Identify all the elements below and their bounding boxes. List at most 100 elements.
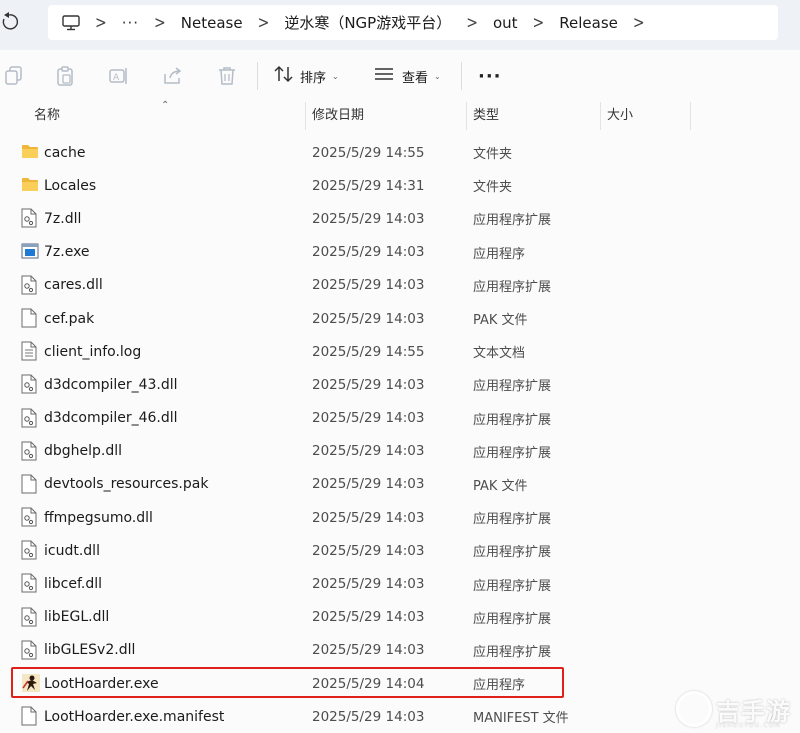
file-type: 应用程序扩展 — [473, 379, 552, 395]
file-list: cache 2025/5/29 14:55 文件夹 Locales 2025/5/29 … — [0, 136, 800, 733]
dll-icon — [21, 208, 39, 228]
chevron-right-icon[interactable]: > — [258, 13, 270, 32]
sort-button[interactable]: 排序 ⌄ — [274, 64, 339, 88]
monitor-icon[interactable] — [62, 14, 80, 31]
file-row[interactable]: cef.pak 2025/5/29 14:03 PAK 文件 — [0, 302, 800, 335]
view-list-icon — [374, 66, 394, 86]
dll-icon — [21, 374, 39, 394]
chevron-down-icon: ⌄ — [332, 71, 339, 81]
file-row[interactable]: libEGL.dll 2025/5/29 14:03 应用程序扩展 — [0, 601, 800, 634]
file-name: libcef.dll — [44, 576, 103, 593]
file-name: 7z.exe — [44, 244, 90, 261]
chevron-right-icon[interactable]: > — [466, 13, 478, 32]
file-date: 2025/5/29 14:03 — [312, 410, 425, 427]
watermark-logo-icon — [676, 691, 712, 727]
share-icon[interactable] — [161, 64, 185, 88]
file-name: ffmpegsumo.dll — [44, 509, 153, 526]
command-bar: A 排序 ⌄ 查看 ⌄ ··· — [0, 50, 800, 102]
file-name: cef.pak — [44, 310, 95, 327]
file-type: 应用程序扩展 — [473, 545, 552, 561]
breadcrumb-netease[interactable]: Netease — [181, 14, 243, 32]
delete-icon[interactable] — [215, 64, 239, 88]
file-row[interactable]: cache 2025/5/29 14:55 文件夹 — [0, 136, 800, 169]
file-name: d3dcompiler_43.dll — [44, 376, 178, 393]
dll-icon — [21, 408, 39, 428]
column-date-header[interactable]: 修改日期 — [312, 102, 364, 130]
column-size-header[interactable]: 大小 — [607, 102, 633, 130]
file-name: libEGL.dll — [44, 609, 110, 626]
chevron-right-icon[interactable]: > — [633, 13, 645, 32]
paste-icon[interactable] — [53, 64, 77, 88]
column-divider[interactable] — [305, 102, 306, 130]
file-name: libGLESv2.dll — [44, 642, 136, 659]
file-type: PAK 文件 — [473, 313, 528, 329]
column-divider[interactable] — [600, 102, 601, 130]
breadcrumb-overflow[interactable]: ··· — [122, 14, 139, 32]
file-date: 2025/5/29 14:55 — [312, 144, 425, 161]
file-type: 应用程序扩展 — [473, 445, 552, 461]
file-row[interactable]: 7z.dll 2025/5/29 14:03 应用程序扩展 — [0, 202, 800, 235]
file-date: 2025/5/29 14:03 — [312, 310, 425, 327]
rename-icon[interactable]: A — [107, 64, 131, 88]
copy-icon[interactable] — [2, 64, 26, 88]
file-type: 应用程序 — [473, 246, 526, 262]
folder-icon — [21, 142, 39, 162]
refresh-icon[interactable] — [0, 12, 26, 38]
chevron-right-icon[interactable]: > — [95, 13, 107, 32]
file-date: 2025/5/29 14:03 — [312, 443, 425, 460]
column-type-header[interactable]: 类型 — [473, 102, 499, 130]
file-icon — [21, 474, 39, 494]
file-icon — [21, 706, 39, 726]
file-row[interactable]: cares.dll 2025/5/29 14:03 应用程序扩展 — [0, 269, 800, 302]
file-date: 2025/5/29 14:03 — [312, 576, 425, 593]
column-header-row: ⌃ 名称 修改日期 类型 大小 — [0, 100, 800, 130]
file-date: 2025/5/29 14:03 — [312, 609, 425, 626]
file-type: 应用程序扩展 — [473, 644, 552, 660]
file-type: 应用程序扩展 — [473, 611, 552, 627]
file-row[interactable]: 7z.exe 2025/5/29 14:03 应用程序 — [0, 236, 800, 269]
more-options-button[interactable]: ··· — [478, 66, 502, 87]
chevron-right-icon[interactable]: > — [154, 13, 166, 32]
file-type: 文本文档 — [473, 346, 526, 362]
file-type: 文件夹 — [473, 180, 513, 196]
dll-icon — [21, 640, 39, 660]
file-type: 应用程序扩展 — [473, 578, 552, 594]
dll-icon — [21, 540, 39, 560]
exe-icon — [21, 242, 39, 262]
breadcrumb-release[interactable]: Release — [559, 14, 618, 32]
view-button[interactable]: 查看 ⌄ — [374, 64, 441, 88]
column-divider[interactable] — [690, 102, 691, 130]
file-name: devtools_resources.pak — [44, 476, 209, 493]
file-date: 2025/5/29 14:03 — [312, 376, 425, 393]
file-type: PAK 文件 — [473, 478, 528, 494]
file-type: 应用程序扩展 — [473, 412, 552, 428]
file-type: 应用程序扩展 — [473, 279, 552, 295]
file-date: 2025/5/29 14:03 — [312, 210, 425, 227]
breadcrumb-game-folder[interactable]: 逆水寒（NGP游戏平台） — [284, 12, 451, 33]
file-row[interactable]: libcef.dll 2025/5/29 14:03 应用程序扩展 — [0, 567, 800, 600]
file-row[interactable]: dbghelp.dll 2025/5/29 14:03 应用程序扩展 — [0, 435, 800, 468]
file-row[interactable]: client_info.log 2025/5/29 14:55 文本文档 — [0, 335, 800, 368]
chevron-right-icon[interactable]: > — [533, 13, 545, 32]
sort-ascending-icon: ⌃ — [161, 100, 170, 111]
breadcrumb-out[interactable]: out — [493, 14, 518, 32]
file-row[interactable]: d3dcompiler_46.dll 2025/5/29 14:03 应用程序扩展 — [0, 402, 800, 435]
column-divider[interactable] — [466, 102, 467, 130]
file-row[interactable]: icudt.dll 2025/5/29 14:03 应用程序扩展 — [0, 534, 800, 567]
toolbar-divider — [461, 62, 462, 90]
file-row[interactable]: Locales 2025/5/29 14:31 文件夹 — [0, 169, 800, 202]
file-row[interactable]: devtools_resources.pak 2025/5/29 14:03 PAK… — [0, 468, 800, 501]
dll-icon — [21, 607, 39, 627]
file-name: client_info.log — [44, 343, 142, 360]
file-row[interactable]: d3dcompiler_43.dll 2025/5/29 14:03 应用程序扩展 — [0, 368, 800, 401]
column-name-header[interactable]: 名称 — [34, 102, 60, 130]
file-row[interactable]: libGLESv2.dll 2025/5/29 14:03 应用程序扩展 — [0, 634, 800, 667]
file-row[interactable]: ffmpegsumo.dll 2025/5/29 14:03 应用程序扩展 — [0, 501, 800, 534]
file-type: 文件夹 — [473, 147, 513, 163]
file-icon — [21, 308, 39, 328]
file-name: dbghelp.dll — [44, 443, 123, 460]
breadcrumb[interactable]: > ··· > Netease > 逆水寒（NGP游戏平台） > out > R… — [48, 5, 778, 40]
file-name: Locales — [44, 177, 97, 194]
file-name: 7z.dll — [44, 210, 82, 227]
file-name: LootHoarder.exe.manifest — [44, 708, 225, 725]
